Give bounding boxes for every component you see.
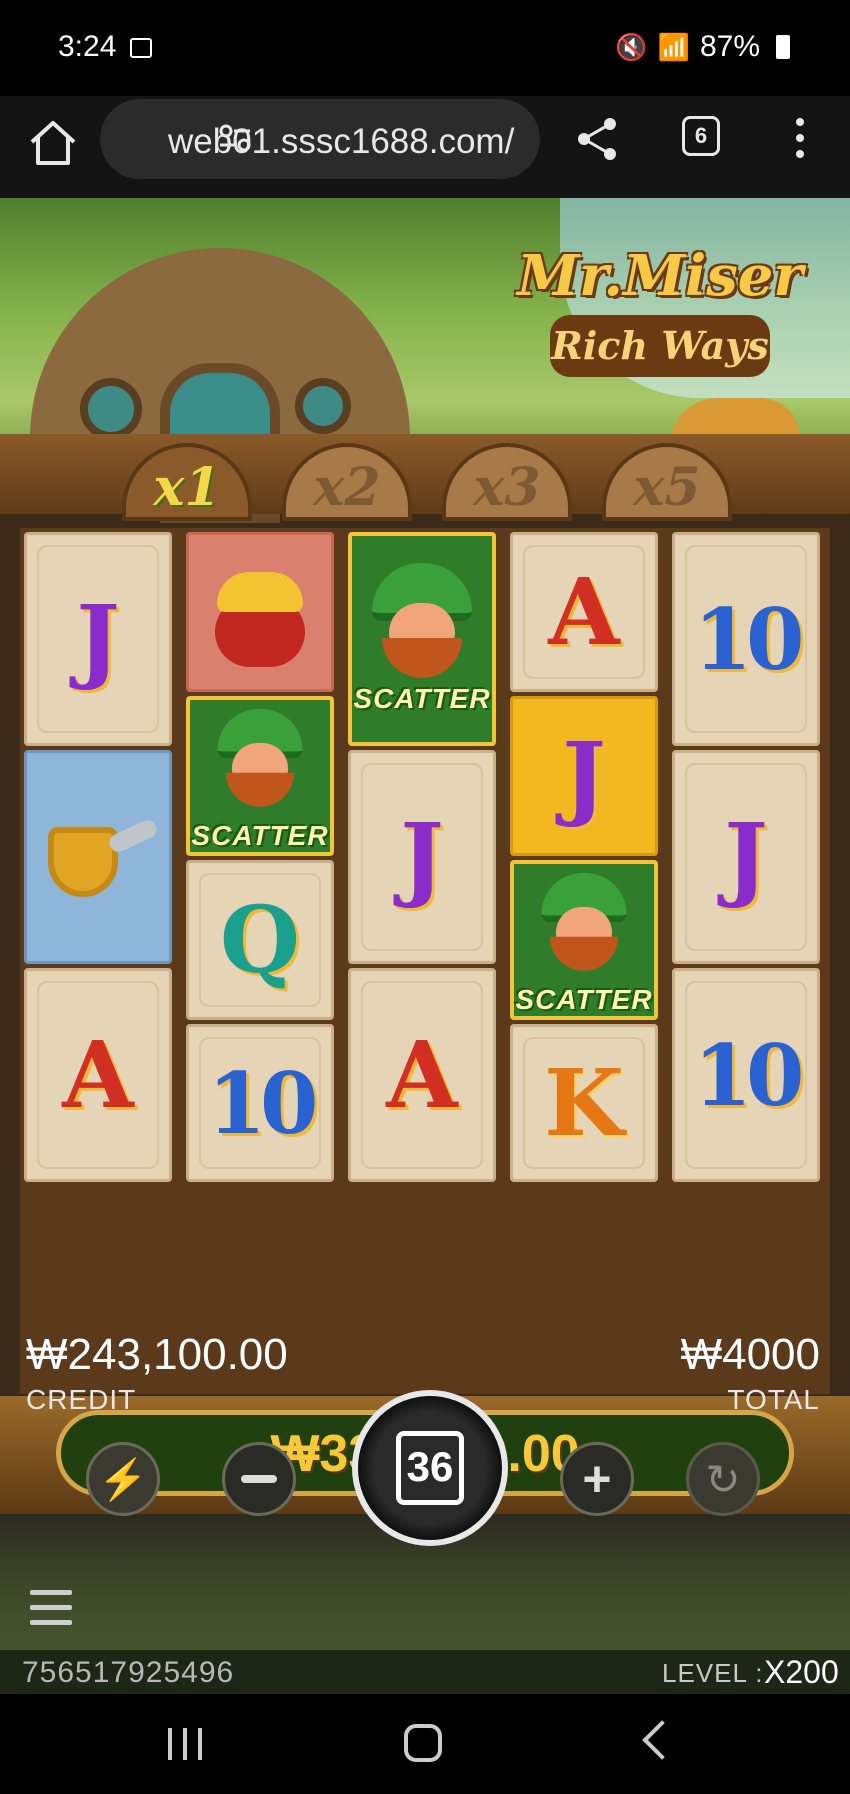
symbol-J: J bbox=[672, 750, 820, 964]
status-time: 3:24 bbox=[58, 30, 117, 63]
scatter-label: SCATTER bbox=[353, 683, 491, 714]
symbol-scatter: SCATTER bbox=[510, 860, 658, 1020]
tab-switcher-button[interactable]: 6 bbox=[682, 116, 720, 156]
round-window bbox=[80, 378, 142, 440]
game-logo: Mr.Miser Rich Ways bbox=[490, 243, 830, 393]
recent-apps-icon[interactable] bbox=[168, 1728, 202, 1760]
status-right: 🔇 📶 87% bbox=[615, 30, 790, 64]
symbol-J: J bbox=[24, 532, 172, 746]
symbol-scatter: SCATTER bbox=[348, 532, 496, 746]
leprechaun-icon bbox=[367, 563, 477, 683]
home-button-icon[interactable] bbox=[404, 1724, 442, 1762]
home-icon[interactable] bbox=[26, 116, 80, 170]
lightning-icon: ⚡ bbox=[98, 1457, 148, 1502]
reel-3: SCATTER J A bbox=[344, 528, 500, 1394]
share-icon[interactable] bbox=[572, 114, 622, 164]
leprechaun-icon bbox=[213, 709, 307, 811]
turbo-button[interactable]: ⚡ bbox=[86, 1442, 160, 1516]
round-window bbox=[295, 378, 351, 434]
symbol-10: 10 bbox=[672, 968, 820, 1182]
symbol-Q: Q bbox=[186, 860, 334, 1020]
level-value: X200 bbox=[764, 1654, 839, 1690]
scatter-label: SCATTER bbox=[191, 820, 329, 851]
battery-percent: 87% bbox=[699, 30, 760, 63]
symbol-J-gold: J bbox=[510, 696, 658, 856]
increase-bet-button[interactable]: + bbox=[560, 1442, 634, 1516]
pipe-icon bbox=[38, 807, 160, 907]
autoplay-button[interactable]: ↻ bbox=[686, 1442, 760, 1516]
symbol-A: A bbox=[510, 532, 658, 692]
autoplay-icon: ↻ bbox=[705, 1455, 741, 1503]
minus-icon bbox=[241, 1475, 277, 1483]
scatter-label: SCATTER bbox=[515, 984, 653, 1015]
level-label: LEVEL : bbox=[662, 1658, 764, 1688]
spin-button[interactable]: 36 bbox=[352, 1390, 508, 1546]
wifi-icon: 📶 bbox=[657, 31, 690, 62]
battery-icon bbox=[776, 35, 790, 59]
symbol-A: A bbox=[348, 968, 496, 1182]
symbol-pot-of-gold bbox=[186, 532, 334, 692]
mute-icon: 🔇 bbox=[615, 31, 648, 62]
symbol-pipe bbox=[24, 750, 172, 964]
logo-subtitle: Rich Ways bbox=[550, 315, 770, 377]
reel-grid: J A SCATTER Q 10 SCATTER J A A J SCATTER… bbox=[20, 528, 830, 1394]
reel-4: A J SCATTER K bbox=[506, 528, 662, 1394]
symbol-A: A bbox=[24, 968, 172, 1182]
leprechaun-icon bbox=[537, 873, 631, 975]
total-bet-label: TOTAL bbox=[727, 1384, 820, 1415]
symbol-letter: J bbox=[562, 722, 606, 830]
symbol-K: K bbox=[510, 1024, 658, 1182]
reel-1: J A bbox=[20, 528, 176, 1394]
image-icon bbox=[130, 38, 152, 58]
symbol-J: J bbox=[348, 750, 496, 964]
menu-icon[interactable] bbox=[30, 1590, 72, 1626]
decrease-bet-button[interactable] bbox=[222, 1442, 296, 1516]
spin-count: 36 bbox=[396, 1431, 464, 1505]
symbol-10: 10 bbox=[186, 1024, 334, 1182]
logo-title: Mr.Miser bbox=[517, 243, 803, 309]
reel-2: SCATTER Q 10 bbox=[182, 528, 338, 1394]
credit-label: CREDIT bbox=[26, 1384, 137, 1415]
total-bet-value: ₩4000 bbox=[680, 1330, 820, 1379]
credit-value: ₩243,100.00 bbox=[26, 1330, 288, 1379]
game-round-id: 756517925496 bbox=[22, 1656, 235, 1689]
symbol-scatter: SCATTER bbox=[186, 696, 334, 856]
url-text[interactable]: web01.sssc1688.com/ bbox=[168, 122, 514, 162]
status-bar: 3:24 🔇 📶 87% bbox=[0, 0, 850, 96]
more-options-icon[interactable] bbox=[790, 116, 810, 160]
reel-5: 10 J 10 bbox=[668, 528, 824, 1394]
plus-icon: + bbox=[582, 1451, 612, 1507]
symbol-10: 10 bbox=[672, 532, 820, 746]
pot-of-gold-icon bbox=[205, 557, 315, 667]
